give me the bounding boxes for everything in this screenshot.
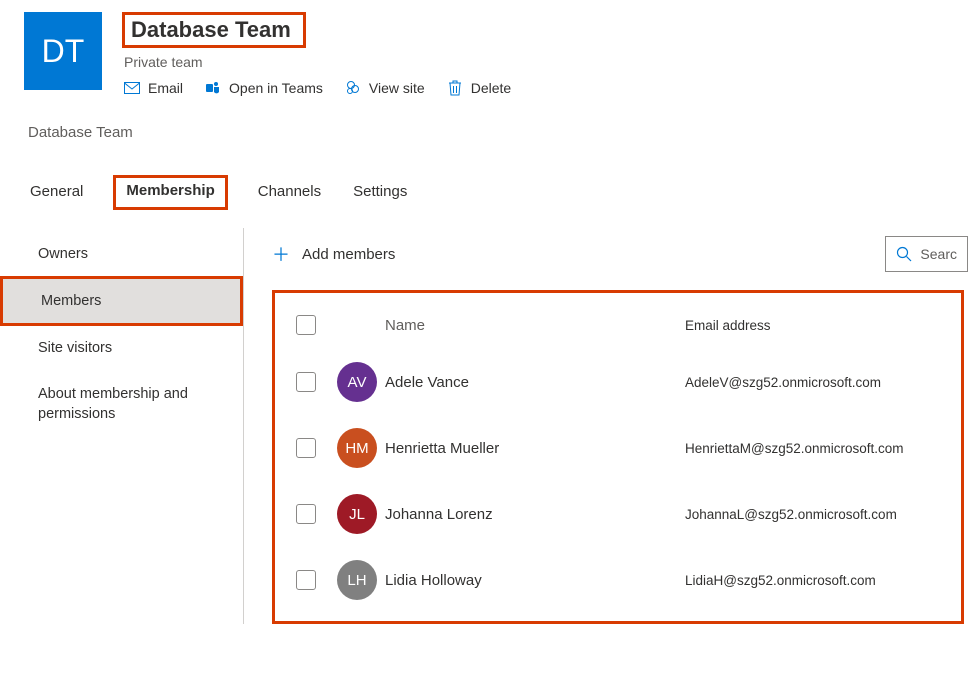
tab-general[interactable]: General	[28, 177, 85, 210]
search-box[interactable]: Searc	[885, 236, 968, 272]
table-header: Name Email address	[275, 301, 961, 349]
row-checkbox[interactable]	[296, 504, 316, 524]
column-header-email[interactable]: Email address	[685, 318, 953, 333]
avatar: JL	[337, 494, 377, 534]
sidebar-item-owners[interactable]: Owners	[0, 232, 243, 276]
search-placeholder: Searc	[920, 246, 957, 262]
member-name: Johanna Lorenz	[385, 506, 685, 523]
row-checkbox[interactable]	[296, 438, 316, 458]
highlight-team-name: Database Team	[122, 12, 306, 48]
select-all-checkbox[interactable]	[296, 315, 316, 335]
row-checkbox[interactable]	[296, 372, 316, 392]
email-action[interactable]: Email	[124, 80, 183, 96]
member-email: JohannaL@szg52.onmicrosoft.com	[685, 507, 953, 522]
member-email: AdeleV@szg52.onmicrosoft.com	[685, 375, 953, 390]
membership-sidebar: Owners Members Site visitors About membe…	[0, 228, 244, 624]
sidebar-item-about[interactable]: About membership and permissions	[0, 370, 243, 439]
sharepoint-icon	[345, 80, 361, 96]
search-icon	[896, 246, 912, 262]
table-row[interactable]: LH Lidia HollowayLidiaH@szg52.onmicrosoft…	[275, 547, 961, 613]
table-row[interactable]: AV Adele VanceAdeleV@szg52.onmicrosoft.co…	[275, 349, 961, 415]
team-name: Database Team	[131, 17, 291, 43]
mail-icon	[124, 80, 140, 96]
teams-icon	[205, 80, 221, 96]
member-email: HenriettaM@szg52.onmicrosoft.com	[685, 441, 953, 456]
delete-label: Delete	[471, 80, 511, 96]
highlight-sidebar-members: Members	[0, 276, 243, 326]
plus-icon: ＋	[272, 241, 290, 267]
delete-action[interactable]: Delete	[447, 80, 511, 96]
open-in-teams-action[interactable]: Open in Teams	[205, 80, 323, 96]
breadcrumb[interactable]: Database Team	[0, 104, 968, 147]
avatar: AV	[337, 362, 377, 402]
avatar: HM	[337, 428, 377, 468]
view-site-label: View site	[369, 80, 425, 96]
open-in-teams-label: Open in Teams	[229, 80, 323, 96]
sidebar-item-site-visitors[interactable]: Site visitors	[0, 326, 243, 370]
avatar: LH	[337, 560, 377, 600]
trash-icon	[447, 80, 463, 96]
member-name: Adele Vance	[385, 374, 685, 391]
add-members-button[interactable]: ＋ Add members	[272, 241, 395, 267]
tab-settings[interactable]: Settings	[351, 177, 409, 210]
row-checkbox[interactable]	[296, 570, 316, 590]
column-header-name[interactable]: Name	[385, 317, 685, 334]
member-name: Henrietta Mueller	[385, 440, 685, 457]
member-email: LidiaH@szg52.onmicrosoft.com	[685, 573, 953, 588]
highlight-members-table: Name Email address AV Adele VanceAdeleV@s…	[272, 290, 964, 624]
email-label: Email	[148, 80, 183, 96]
tab-membership[interactable]: Membership	[126, 182, 214, 199]
tab-channels[interactable]: Channels	[256, 177, 323, 210]
highlight-tab-membership: Membership	[113, 175, 227, 210]
sidebar-item-members[interactable]: Members	[3, 279, 240, 323]
view-site-action[interactable]: View site	[345, 80, 425, 96]
member-name: Lidia Holloway	[385, 572, 685, 589]
table-row[interactable]: HM Henrietta MuellerHenriettaM@szg52.onmi…	[275, 415, 961, 481]
team-visibility: Private team	[124, 54, 944, 70]
team-tile: DT	[24, 12, 102, 90]
add-members-label: Add members	[302, 246, 395, 263]
table-row[interactable]: JL Johanna LorenzJohannaL@szg52.onmicroso…	[275, 481, 961, 547]
